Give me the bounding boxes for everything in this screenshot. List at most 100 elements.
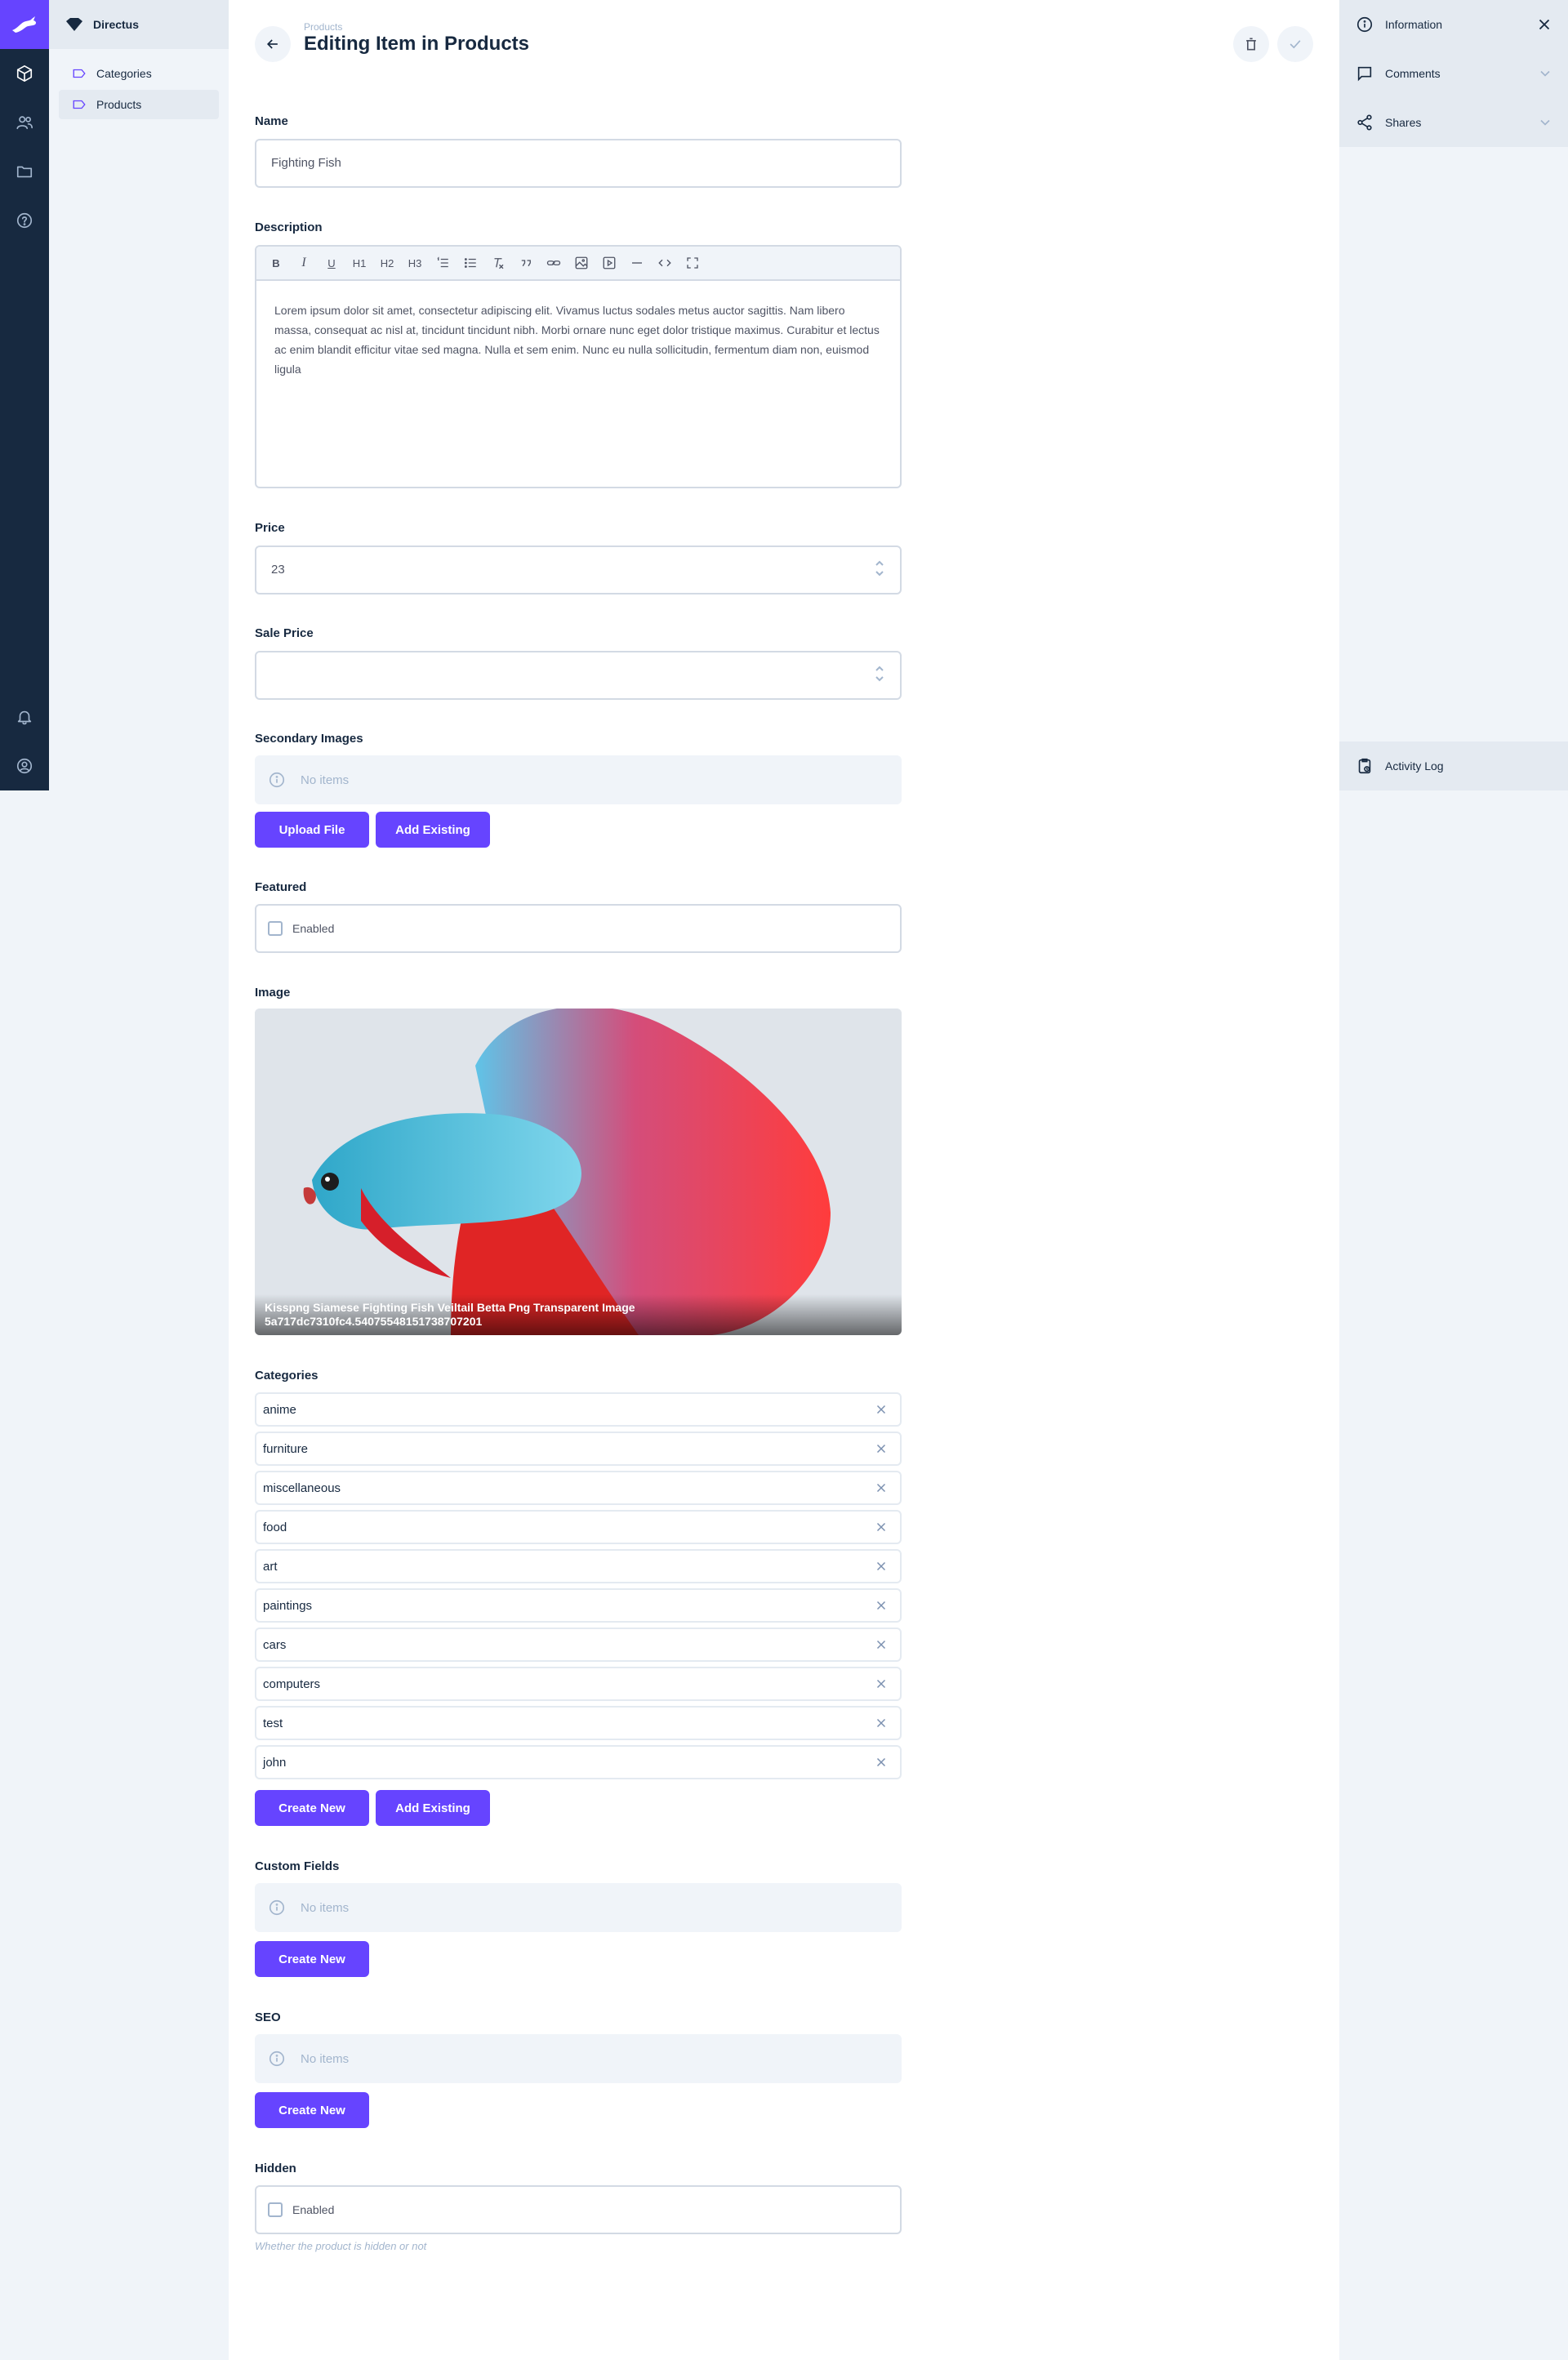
italic-button[interactable]: I [296, 256, 312, 270]
horizontal-rule-icon[interactable] [629, 256, 645, 270]
sidebar-activity-log[interactable]: Activity Log [1339, 741, 1568, 790]
module-users-icon[interactable] [0, 98, 49, 147]
fullscreen-icon[interactable] [684, 256, 701, 270]
directus-logo[interactable] [0, 0, 49, 49]
module-help-icon[interactable] [0, 196, 49, 245]
chevron-up-icon[interactable] [874, 559, 885, 568]
remove-category-icon[interactable] [874, 1559, 889, 1577]
code-icon[interactable] [657, 256, 673, 270]
media-icon[interactable] [601, 256, 617, 270]
category-label: john [263, 1755, 287, 1770]
chevron-up-icon[interactable] [874, 664, 885, 674]
bullet-list-icon[interactable] [462, 256, 479, 270]
bold-button[interactable]: B [268, 257, 284, 269]
breadcrumb[interactable]: Products [304, 21, 342, 33]
sale-price-stepper[interactable] [874, 664, 885, 684]
remove-category-icon[interactable] [874, 1441, 889, 1459]
featured-checkbox[interactable] [268, 921, 283, 936]
field-label-seo: SEO [255, 2010, 281, 2024]
price-stepper[interactable] [874, 559, 885, 578]
category-row[interactable]: art [255, 1549, 902, 1583]
category-row[interactable]: miscellaneous [255, 1471, 902, 1505]
label-icon [73, 100, 86, 109]
chevron-down-icon[interactable] [874, 674, 885, 684]
sidebar-information-label: Information [1385, 18, 1443, 31]
category-row[interactable]: furniture [255, 1432, 902, 1466]
h2-button[interactable]: H2 [379, 257, 395, 269]
image-icon[interactable] [573, 256, 590, 270]
link-icon[interactable] [546, 256, 562, 270]
add-existing-images-button[interactable]: Add Existing [376, 812, 490, 848]
sidebar-information[interactable]: Information [1339, 0, 1568, 49]
upload-file-button[interactable]: Upload File [255, 812, 369, 848]
category-label: cars [263, 1637, 287, 1652]
sale-price-input[interactable] [255, 651, 902, 700]
remove-category-icon[interactable] [874, 1481, 889, 1498]
price-input[interactable]: 23 [255, 545, 902, 594]
field-label-name: Name [255, 114, 288, 128]
category-row[interactable]: computers [255, 1667, 902, 1701]
image-caption: Kisspng Siamese Fighting Fish Veiltail B… [265, 1301, 635, 1328]
field-label-categories: Categories [255, 1369, 318, 1383]
price-value: 23 [271, 563, 285, 577]
clipboard-clock-icon [1358, 758, 1371, 774]
share-icon [1357, 114, 1372, 131]
category-row[interactable]: john [255, 1745, 902, 1779]
remove-category-icon[interactable] [874, 1716, 889, 1734]
category-row[interactable]: paintings [255, 1588, 902, 1623]
underline-button[interactable]: U [323, 257, 340, 269]
remove-category-icon[interactable] [874, 1402, 889, 1420]
sidebar-shares[interactable]: Shares [1339, 98, 1568, 147]
module-bar [0, 0, 49, 790]
h1-button[interactable]: H1 [351, 257, 368, 269]
sidebar-comments[interactable]: Comments [1339, 49, 1568, 98]
clear-format-icon[interactable] [490, 256, 506, 270]
remove-category-icon[interactable] [874, 1598, 889, 1616]
create-category-button[interactable]: Create New [255, 1790, 369, 1826]
betta-fish-image [255, 1009, 902, 1335]
wysiwyg-toolbar: B I U H1 H2 H3 [256, 247, 900, 281]
hidden-toggle[interactable]: Enabled [255, 2185, 902, 2234]
create-seo-button[interactable]: Create New [255, 2092, 369, 2128]
delete-button[interactable] [1233, 26, 1269, 62]
save-button[interactable] [1277, 26, 1313, 62]
module-content-icon[interactable] [0, 49, 49, 98]
add-existing-category-button[interactable]: Add Existing [376, 1790, 490, 1826]
comment-icon [1357, 66, 1372, 82]
image-preview[interactable]: Kisspng Siamese Fighting Fish Veiltail B… [255, 1009, 902, 1335]
h3-button[interactable]: H3 [407, 257, 423, 269]
field-label-custom-fields: Custom Fields [255, 1859, 340, 1873]
featured-checkbox-label: Enabled [292, 922, 335, 935]
category-row[interactable]: food [255, 1510, 902, 1544]
ordered-list-icon[interactable] [434, 256, 451, 270]
navigation-sidebar: Directus Categories Products [49, 0, 229, 2360]
description-editor[interactable]: B I U H1 H2 H3 Lorem ipsum dolor sit ame… [255, 245, 902, 488]
blockquote-icon[interactable] [518, 256, 534, 270]
category-row[interactable]: test [255, 1706, 902, 1740]
chevron-down-icon[interactable] [874, 568, 885, 578]
remove-category-icon[interactable] [874, 1637, 889, 1655]
create-custom-field-button[interactable]: Create New [255, 1941, 369, 1977]
close-icon[interactable] [1535, 16, 1553, 33]
remove-category-icon[interactable] [874, 1755, 889, 1773]
project-diamond-icon [66, 18, 82, 31]
remove-category-icon[interactable] [874, 1520, 889, 1538]
name-input[interactable]: Fighting Fish [255, 139, 902, 188]
right-sidebar: Information Comments Shares Activity Log [1339, 0, 1568, 2360]
nav-item-categories[interactable]: Categories [59, 59, 219, 88]
notifications-bell-icon[interactable] [0, 692, 49, 741]
name-value: Fighting Fish [271, 156, 341, 170]
user-account-icon[interactable] [0, 741, 49, 790]
back-button[interactable] [255, 26, 291, 62]
hidden-checkbox[interactable] [268, 2202, 283, 2217]
category-row[interactable]: anime [255, 1392, 902, 1427]
featured-toggle[interactable]: Enabled [255, 904, 902, 953]
nav-item-products[interactable]: Products [59, 90, 219, 119]
module-files-icon[interactable] [0, 147, 49, 196]
project-header[interactable]: Directus [49, 0, 229, 49]
category-row[interactable]: cars [255, 1628, 902, 1662]
category-label: paintings [263, 1598, 313, 1613]
remove-category-icon[interactable] [874, 1676, 889, 1694]
trash-icon [1246, 38, 1256, 51]
description-content[interactable]: Lorem ipsum dolor sit amet, consectetur … [256, 281, 900, 399]
